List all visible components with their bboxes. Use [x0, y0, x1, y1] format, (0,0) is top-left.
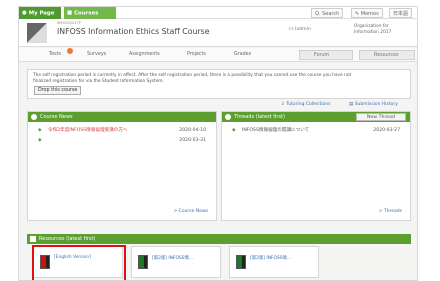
resources-header: Resources (latest first) — [27, 234, 411, 244]
resources-label: Resources — [374, 53, 399, 58]
bullet-icon: ◆ — [38, 138, 42, 143]
tab-my-page[interactable]: ● My Page — [19, 7, 61, 19]
news-item-text: 令和2年度INFOSS情報倫理受講の方へ — [48, 128, 128, 133]
course-organization: Organization for Information 2017 — [354, 24, 392, 35]
bullet-icon: ◆ — [38, 128, 42, 133]
new-thread-button[interactable]: New Thread — [355, 113, 406, 121]
course-header: INFOSS2017P INFOSS Information Ethics St… — [19, 19, 417, 47]
nav-tests[interactable]: Tests — [49, 48, 61, 62]
thread-item-date: 2020-03-27 — [373, 128, 400, 133]
threads-panel: Threads (latest first) New Thread ◆ INFO… — [221, 111, 411, 221]
book-icon — [236, 255, 246, 269]
book-icon — [138, 255, 148, 269]
app-window: ● My Page ■ Courses Q. Search ✎ Memos 日本語 … — [18, 6, 418, 281]
nav-surveys[interactable]: Surveys — [87, 48, 106, 62]
news-item[interactable]: ◆ 2020-03-31 — [28, 136, 218, 146]
user-icon: ● — [22, 10, 27, 16]
resources-button[interactable]: Resources — [359, 50, 415, 60]
resource-card[interactable]: [第2版] INFOSS情... — [131, 246, 221, 278]
resources-icon — [30, 236, 36, 242]
tab-courses[interactable]: ■ Courses — [64, 7, 116, 19]
resource-card[interactable]: [第2版] INFOSS情... — [229, 246, 319, 278]
course-title: INFOSS Information Ethics Staff Course — [57, 27, 210, 36]
thread-item[interactable]: ◆ INFOSS情報倫理の開講について 2020-03-27 — [222, 126, 412, 136]
tutoring-link[interactable]: ⇩ Tutoring Collections — [281, 102, 331, 107]
threads-icon — [225, 114, 231, 120]
course-news-header: Course News — [28, 112, 216, 122]
course-thumbnail — [27, 23, 47, 43]
tutoring-link-label: Tutoring Collections — [286, 102, 331, 107]
threads-more-link[interactable]: > Threads — [379, 209, 402, 214]
news-item[interactable]: ◆ 令和2年度INFOSS情報倫理受講の方へ 2020-04-10 — [28, 126, 218, 136]
registration-notice: The self registration period is currentl… — [27, 69, 411, 99]
resource-name: [第2版] INFOSS情... — [152, 256, 194, 261]
search-button[interactable]: Q. Search — [311, 8, 344, 18]
nav-grades[interactable]: Grades — [234, 48, 251, 62]
resource-name: [第2版] INFOSS情... — [250, 256, 292, 261]
threads-header: Threads (latest first) New Thread — [222, 112, 410, 122]
drop-course-button[interactable]: Drop this course — [34, 86, 82, 95]
course-news-panel: Course News ◆ 令和2年度INFOSS情報倫理受講の方へ 2020-… — [27, 111, 217, 221]
tab-courses-label: Courses — [74, 10, 99, 17]
memos-button[interactable]: ✎ Memos — [351, 8, 383, 18]
news-icon — [31, 114, 37, 120]
memos-label: Memos — [360, 11, 379, 17]
forum-label: Forum — [314, 53, 330, 58]
thread-item-text: INFOSS情報倫理の開講について — [242, 128, 310, 133]
threads-title: Threads (latest first) — [234, 114, 285, 120]
news-item-date: 2020-04-10 — [179, 128, 206, 133]
top-bar: ● My Page ■ Courses Q. Search ✎ Memos 日本語 — [19, 7, 417, 19]
resource-card[interactable]: [English Version] — [32, 245, 126, 280]
forum-button[interactable]: Forum — [299, 50, 353, 60]
upload-icon: ⇩ — [281, 102, 285, 107]
nav-assignments[interactable]: Assignments — [129, 48, 160, 62]
nav-projects[interactable]: Projects — [187, 48, 206, 62]
resources-title: Resources (latest first) — [39, 236, 96, 242]
course-news-title: Course News — [40, 114, 73, 120]
submission-history-label: Submission History — [354, 102, 398, 107]
course-news-more-link[interactable]: > Course News — [173, 209, 208, 214]
course-code: INFOSS2017P — [57, 21, 81, 25]
notification-badge — [67, 48, 73, 54]
bullet-icon: ◆ — [232, 128, 236, 133]
highlight-box — [32, 245, 126, 280]
course-author[interactable]: (+)admin — [289, 27, 311, 32]
course-nav: Tests Surveys Assignments Projects Grade… — [19, 48, 417, 62]
courses-icon: ■ — [67, 10, 73, 16]
notice-text: The self registration period is currentl… — [33, 73, 352, 84]
tab-my-page-label: My Page — [28, 10, 55, 17]
history-icon: ▤ — [349, 102, 354, 107]
memo-icon: ✎ — [355, 11, 360, 17]
language-button[interactable]: 日本語 — [389, 8, 413, 18]
submission-history-link[interactable]: ▤ Submission History — [349, 102, 398, 107]
news-item-date: 2020-03-31 — [179, 138, 206, 143]
